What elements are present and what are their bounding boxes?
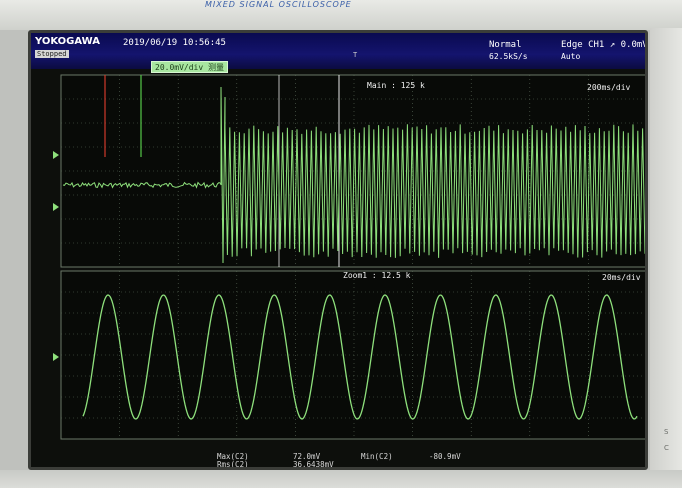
channel-2-marker-icon <box>53 203 59 211</box>
rising-edge-icon: ↗ <box>609 40 616 50</box>
main-timebase: 200ms/div <box>587 83 631 92</box>
zoom-timebase: 20ms/div <box>602 273 641 282</box>
rms-value: 36.6438mV <box>293 460 334 469</box>
cursor-readout-box[interactable]: 20.0mV/div 测量 <box>151 61 228 73</box>
ground-level-marker-icon <box>53 151 59 159</box>
oscilloscope-bezel-top: MIXED SIGNAL OSCILLOSCOPE <box>0 0 682 30</box>
min-label: Min(C2) <box>361 452 393 461</box>
date-time: 2019/06/19 10:56:45 <box>123 38 226 48</box>
trigger-mode[interactable]: Auto <box>561 52 580 61</box>
brand-logo: YOKOGAWA <box>35 36 101 47</box>
trigger-level: 0.0mV <box>620 40 648 50</box>
oscilloscope-bezel-bottom <box>0 470 682 488</box>
run-state-badge: Stopped <box>35 50 69 58</box>
zoom-channel-marker-icon <box>53 353 59 361</box>
trigger-setting[interactable]: Edge CH1 ↗ 0.0mV <box>561 40 648 50</box>
oscilloscope-screen: YOKOGAWA Stopped 2019/06/19 10:56:45 T N… <box>28 30 648 470</box>
min-value: -80.9mV <box>429 452 461 461</box>
main-panel-title: Main : 125 k <box>367 81 425 90</box>
measurement-labels-max-rms: Max(C2) Rms(C2) <box>217 453 249 469</box>
acquisition-mode[interactable]: Normal <box>489 40 522 50</box>
brand-text: MIXED SIGNAL OSCILLOSCOPE <box>205 0 352 9</box>
main-waveform-display <box>53 74 645 268</box>
side-key-s[interactable]: S <box>664 428 668 436</box>
zoom-panel-title: Zoom1 : 12.5 k <box>343 271 411 280</box>
main-waveform-panel: Main : 125 k 200ms/div <box>47 73 645 269</box>
sample-rate: 62.5kS/s <box>489 52 528 61</box>
trigger-position-marker: T <box>353 51 358 59</box>
side-key-c[interactable]: C <box>664 444 669 452</box>
measurement-values-max-rms: 72.0mV 36.6438mV <box>293 453 334 469</box>
rms-label: Rms(C2) <box>217 460 249 469</box>
oscilloscope-bezel-right <box>650 28 682 488</box>
zoom-waveform-panel: Zoom1 : 12.5 k 20ms/div <box>47 269 645 445</box>
zoom-waveform-display <box>53 270 645 440</box>
trigger-source: Edge CH1 <box>561 40 605 50</box>
status-bar: YOKOGAWA Stopped 2019/06/19 10:56:45 T N… <box>31 33 645 69</box>
